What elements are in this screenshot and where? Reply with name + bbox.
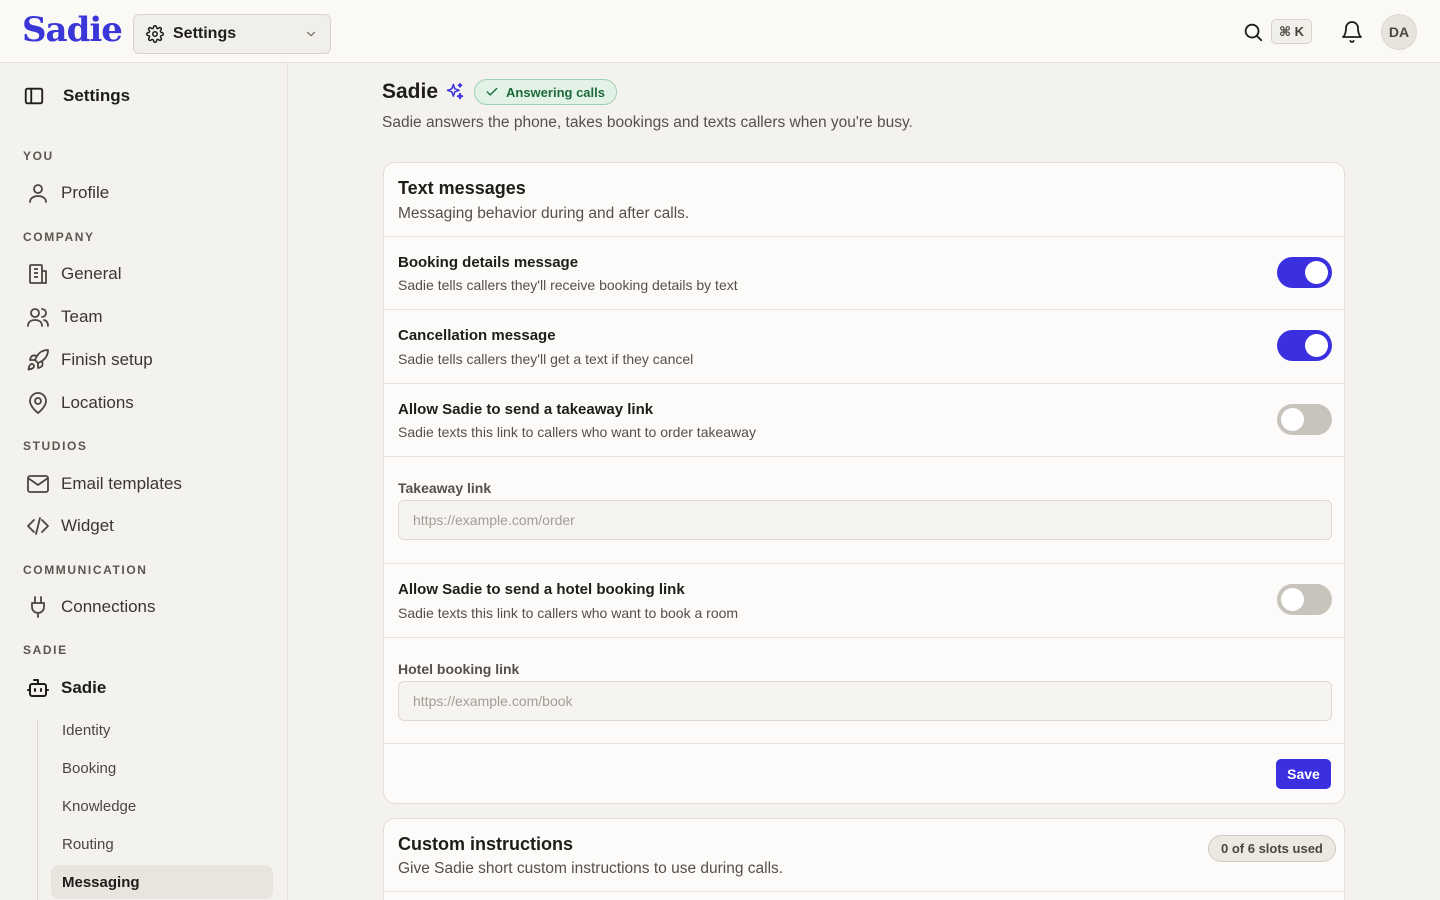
gear-icon: [146, 25, 164, 43]
card-title: Text messages: [398, 178, 526, 198]
code-icon: [26, 514, 50, 538]
section-label-you: YOU: [23, 149, 54, 163]
sidebar-item-label: Profile: [61, 183, 110, 202]
hotel-booking-link-label: Hotel booking link: [398, 661, 520, 677]
takeaway-link-toggle[interactable]: [1277, 404, 1332, 435]
rocket-icon: [26, 348, 50, 372]
cancellation-toggle[interactable]: [1277, 330, 1332, 361]
top-bar: Sadie Settings ⌘ K DA: [0, 0, 1440, 63]
sidebar-header: Settings: [23, 85, 130, 107]
sidebar-subitem-booking[interactable]: Booking: [51, 751, 273, 785]
booking-details-toggle[interactable]: [1277, 257, 1332, 288]
divider: [384, 637, 1344, 638]
section-label-sadie: SADIE: [23, 643, 68, 657]
sidebar-item-label: Sadie: [61, 678, 107, 697]
toggle-knob: [1305, 334, 1328, 357]
bell-icon[interactable]: [1340, 20, 1364, 44]
search-icon[interactable]: [1242, 21, 1264, 43]
sidebar-item-finish-setup[interactable]: Finish setup: [26, 345, 153, 375]
sidebar-item-locations[interactable]: Locations: [26, 388, 134, 418]
section-label-company: COMPANY: [23, 230, 95, 244]
mail-icon: [26, 472, 50, 496]
sadie-logo[interactable]: Sadie: [22, 10, 123, 50]
sidebar-item-sadie[interactable]: Sadie: [26, 673, 106, 703]
toggle-knob: [1281, 408, 1304, 431]
divider: [384, 236, 1344, 237]
sidebar-subitem-messaging[interactable]: Messaging: [51, 865, 273, 899]
section-label-studios: STUDIOS: [23, 439, 88, 453]
save-button[interactable]: Save: [1276, 759, 1331, 789]
sidebar-item-email-templates[interactable]: Email templates: [26, 469, 182, 499]
user-icon: [26, 181, 50, 205]
sidebar-item-label: Locations: [61, 393, 134, 412]
sidebar-item-label: Team: [61, 307, 103, 326]
sidebar-item-connections[interactable]: Connections: [26, 592, 156, 622]
sparkles-icon: [445, 82, 465, 102]
setting-description: Sadie texts this link to callers who wan…: [398, 605, 739, 621]
hotel-booking-link-toggle[interactable]: [1277, 584, 1332, 615]
sidebar-item-label: Widget: [61, 516, 114, 535]
toggle-knob: [1281, 588, 1304, 611]
setting-title: Cancellation message: [398, 327, 556, 344]
divider: [384, 743, 1344, 744]
divider: [384, 456, 1344, 457]
page-description: Sadie answers the phone, takes bookings …: [382, 114, 913, 131]
sidebar-toggle-icon[interactable]: [23, 85, 45, 107]
card-description: Give Sadie short custom instructions to …: [398, 860, 784, 877]
check-icon: [485, 85, 499, 99]
sidebar-item-label: Email templates: [61, 474, 182, 493]
card-title: Custom instructions: [398, 834, 574, 854]
sidebar-item-team[interactable]: Team: [26, 302, 103, 332]
divider: [384, 563, 1344, 564]
setting-description: Sadie tells callers they'll receive book…: [398, 277, 738, 293]
page-title: Sadie: [382, 80, 439, 103]
card-description: Messaging behavior during and after call…: [398, 205, 690, 222]
sidebar-item-profile[interactable]: Profile: [26, 178, 109, 208]
setting-title: Allow Sadie to send a takeaway link: [398, 401, 654, 418]
search-shortcut[interactable]: ⌘ K: [1271, 19, 1312, 44]
sidebar-item-widget[interactable]: Widget: [26, 511, 114, 541]
toggle-knob: [1305, 261, 1328, 284]
sidebar-item-label: Finish setup: [61, 350, 153, 369]
status-badge: Answering calls: [474, 79, 617, 105]
sidebar-subitem-identity[interactable]: Identity: [51, 713, 273, 747]
workspace-select-label: Settings: [173, 25, 237, 42]
setting-title: Booking details message: [398, 254, 579, 271]
divider: [384, 309, 1344, 310]
chevron-down-icon: [304, 27, 318, 41]
setting-title: Allow Sadie to send a hotel booking link: [398, 581, 685, 598]
workspace-select[interactable]: Settings: [133, 14, 331, 54]
users-icon: [26, 305, 50, 329]
building-icon: [26, 262, 50, 286]
sidebar-subitem-knowledge[interactable]: Knowledge: [51, 789, 273, 823]
sidebar-item-label: General: [61, 264, 122, 283]
plug-icon: [26, 595, 50, 619]
takeaway-link-input[interactable]: [398, 500, 1332, 540]
sidebar-item-general[interactable]: General: [26, 259, 121, 289]
section-label-communication: COMMUNICATION: [23, 563, 148, 577]
divider: [384, 383, 1344, 384]
hotel-booking-link-input[interactable]: [398, 681, 1332, 721]
status-badge-label: Answering calls: [506, 84, 605, 100]
sidebar-subitem-routing[interactable]: Routing: [51, 827, 273, 861]
setting-description: Sadie texts this link to callers who wan…: [398, 424, 756, 440]
map-pin-icon: [26, 391, 50, 415]
text-messages-card: Text messages Messaging behavior during …: [383, 162, 1345, 804]
subnav-guide-line: [37, 720, 38, 900]
sidebar-item-label: Connections: [61, 597, 156, 616]
custom-instructions-card: Custom instructions Give Sadie short cus…: [383, 818, 1345, 900]
sidebar: Settings YOU Profile COMPANY General Tea…: [0, 63, 288, 900]
sidebar-title: Settings: [63, 86, 131, 105]
divider: [384, 891, 1344, 892]
slots-badge: 0 of 6 slots used: [1208, 835, 1336, 862]
setting-description: Sadie tells callers they'll get a text i…: [398, 351, 694, 367]
takeaway-link-label: Takeaway link: [398, 480, 492, 496]
bot-icon: [26, 676, 50, 700]
avatar[interactable]: DA: [1381, 14, 1417, 50]
